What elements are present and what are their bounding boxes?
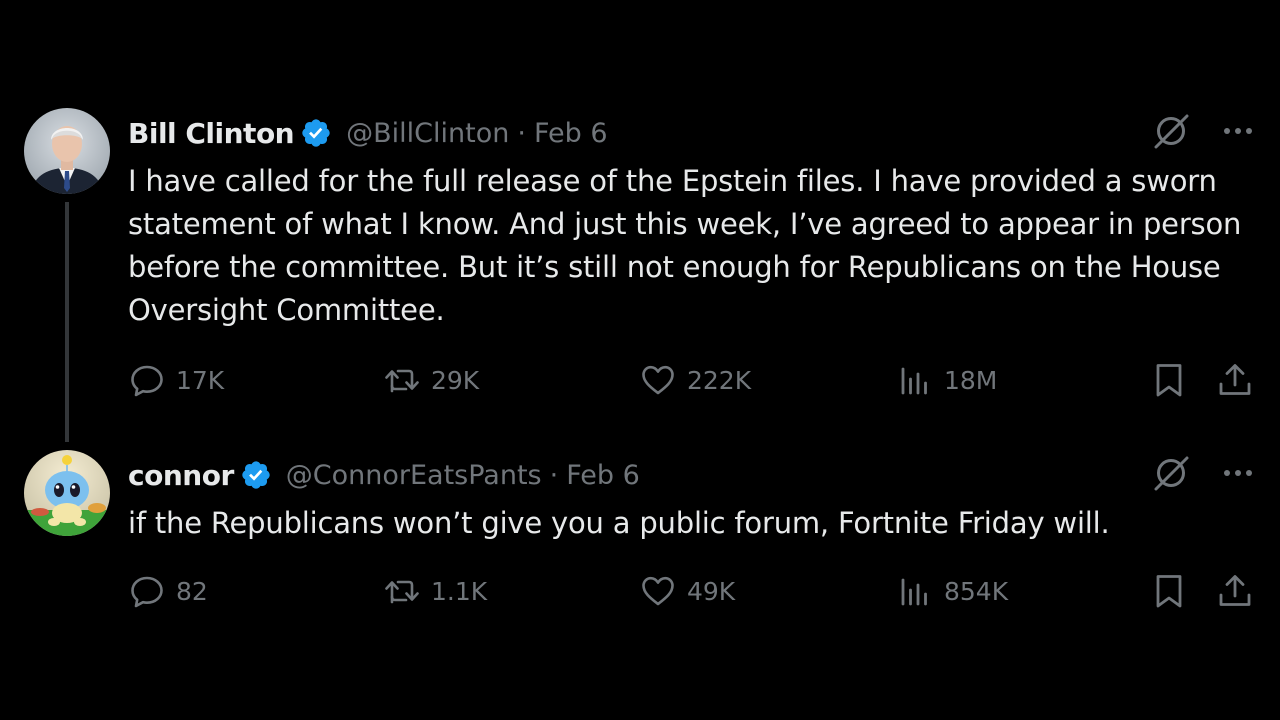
- user-handle[interactable]: @ConnorEatsPants: [286, 460, 542, 491]
- separator-dot: ·: [517, 117, 526, 149]
- tweet-text: if the Republicans won’t give you a publ…: [128, 506, 1110, 540]
- more-icon[interactable]: [1220, 455, 1256, 491]
- tweet-actions: 82 1.1K 49K 854K: [128, 571, 1254, 611]
- reply-button[interactable]: 82: [128, 571, 208, 611]
- reply-icon: [131, 576, 163, 608]
- retweet-button[interactable]: 1.1K: [383, 571, 487, 611]
- tweet-date[interactable]: Feb 6: [566, 460, 640, 491]
- thread-connector: [65, 202, 69, 442]
- tweet-top-actions: [1150, 110, 1256, 152]
- bookmark-icon: [1156, 364, 1182, 397]
- avatar[interactable]: [24, 108, 110, 194]
- verified-badge-icon: [242, 461, 270, 489]
- like-count: 49K: [687, 576, 736, 606]
- more-icon[interactable]: [1220, 113, 1256, 149]
- bookmark-button[interactable]: [1150, 360, 1188, 400]
- share-icon: [1219, 575, 1251, 606]
- views-icon: [901, 367, 927, 395]
- like-count: 222K: [687, 365, 752, 395]
- verified-badge-icon: [302, 119, 330, 147]
- tweet-date[interactable]: Feb 6: [534, 118, 608, 149]
- display-name[interactable]: Bill Clinton: [128, 117, 295, 150]
- separator-dot: ·: [549, 459, 559, 491]
- tweet-header: connor @ConnorEatsPants · Feb 6: [128, 454, 640, 496]
- tweet-actions: 17K 29K 222K 18M: [128, 360, 1254, 400]
- retweet-count: 1.1K: [431, 576, 488, 606]
- view-count: 854K: [944, 576, 1009, 606]
- reply-count: 82: [176, 576, 208, 606]
- reply-button[interactable]: 17K: [128, 360, 224, 400]
- views-button[interactable]: 854K: [896, 571, 1008, 611]
- view-count: 18M: [944, 365, 998, 395]
- like-button[interactable]: 49K: [639, 571, 735, 611]
- views-icon: [901, 578, 927, 606]
- tweet-top-actions: [1150, 452, 1256, 494]
- avatar[interactable]: [24, 450, 110, 536]
- like-icon: [642, 365, 674, 395]
- user-handle[interactable]: @BillClinton: [346, 118, 509, 149]
- grok-icon[interactable]: [1150, 110, 1192, 152]
- share-button[interactable]: [1216, 571, 1254, 611]
- like-icon: [642, 576, 674, 606]
- bookmark-icon: [1156, 575, 1182, 608]
- like-button[interactable]: 222K: [639, 360, 751, 400]
- share-icon: [1219, 364, 1251, 395]
- display-name[interactable]: connor: [128, 459, 234, 492]
- tweet-header: Bill Clinton @BillClinton · Feb 6: [128, 112, 608, 154]
- reply-count: 17K: [176, 365, 225, 395]
- bookmark-button[interactable]: [1150, 571, 1188, 611]
- views-button[interactable]: 18M: [896, 360, 997, 400]
- retweet-count: 29K: [431, 365, 480, 395]
- share-button[interactable]: [1216, 360, 1254, 400]
- grok-icon[interactable]: [1150, 452, 1192, 494]
- retweet-icon: [385, 369, 419, 393]
- tweet-text: I have called for the full release of th…: [128, 164, 1242, 327]
- retweet-button[interactable]: 29K: [383, 360, 479, 400]
- reply-icon: [131, 365, 163, 397]
- tweet-thread: Bill Clinton @BillClinton · Feb 6 I have…: [0, 0, 1280, 720]
- retweet-icon: [385, 580, 419, 604]
